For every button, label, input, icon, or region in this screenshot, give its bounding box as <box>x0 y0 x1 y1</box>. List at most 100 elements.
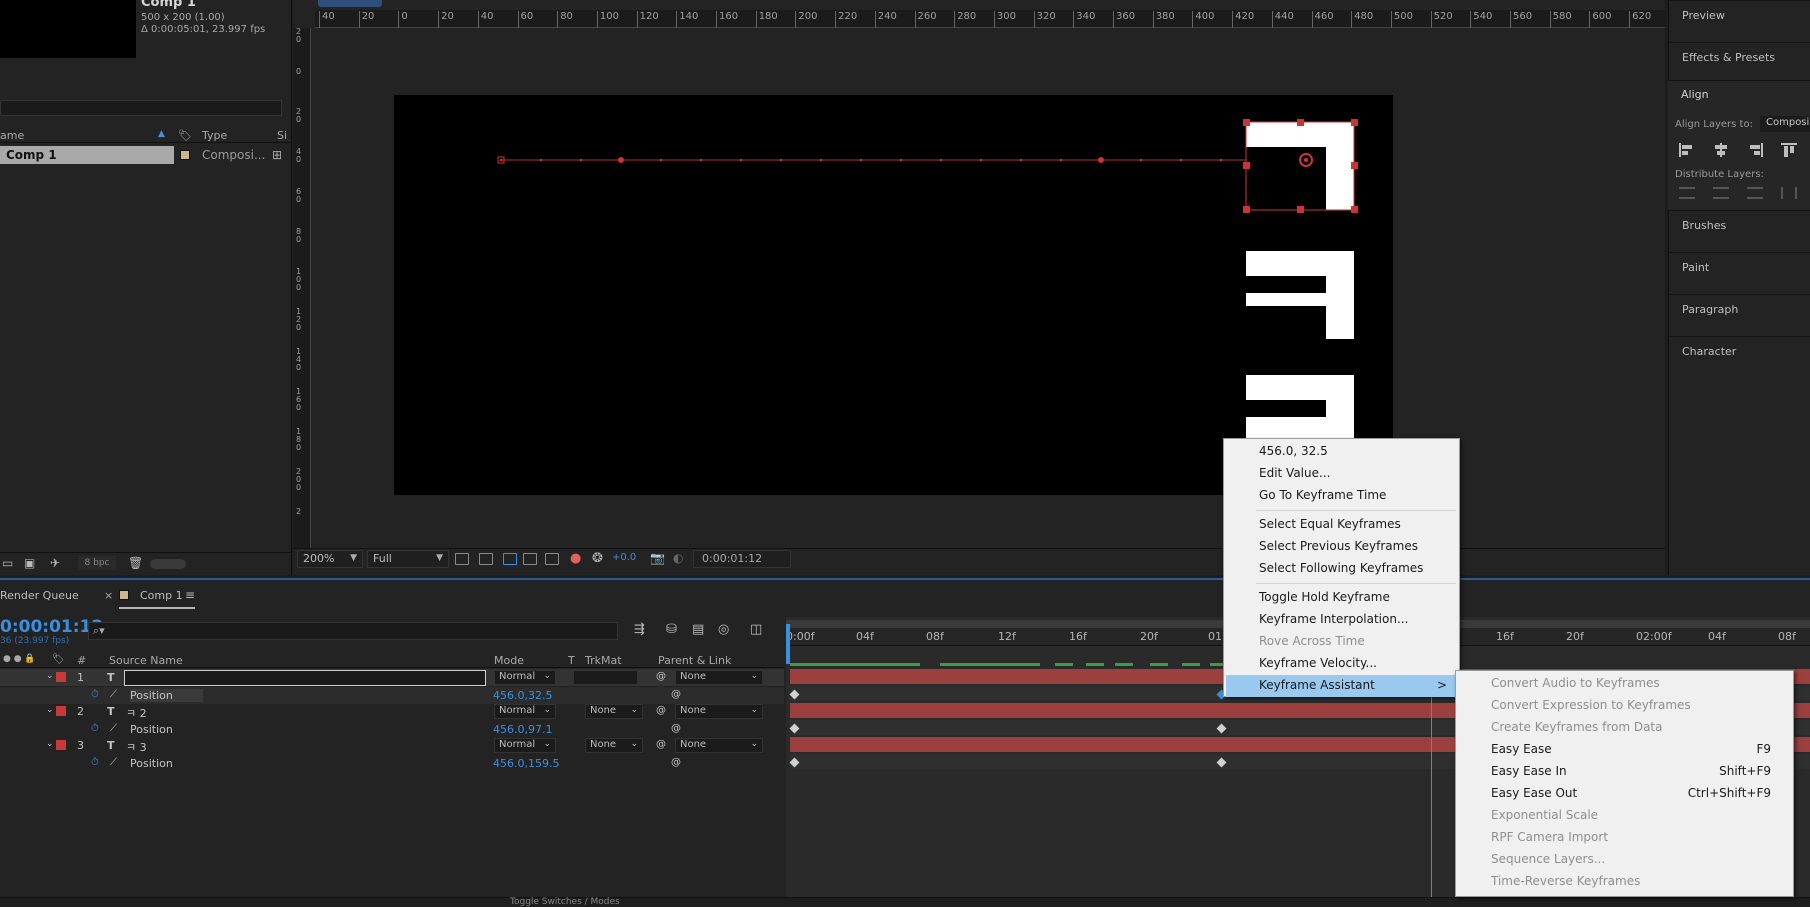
menu-item-toggle-hold[interactable]: Toggle Hold Keyframe <box>1226 587 1457 609</box>
align-to-dropdown[interactable]: Composi <box>1760 116 1810 132</box>
distribute-top-icon[interactable] <box>1679 187 1695 199</box>
region-icon[interactable] <box>523 553 537 565</box>
submenu-time-reverse[interactable]: Time-Reverse Keyframes <box>1458 871 1791 893</box>
panel-menu-icon[interactable]: ≡ <box>185 588 195 602</box>
effects-panel-tab[interactable]: Effects & Presets <box>1669 42 1810 84</box>
pickwhip-icon[interactable]: @ <box>671 757 681 768</box>
new-comp-icon[interactable]: ▣ <box>24 556 35 570</box>
menu-item-rove-across-time[interactable]: Rove Across Time <box>1226 631 1457 653</box>
label-tag-icon[interactable]: 🏷 <box>178 129 192 142</box>
expand-chevron-icon[interactable]: ⌄ <box>46 739 54 749</box>
graph-icon[interactable]: ⟋ <box>110 689 117 700</box>
property-value[interactable]: 456.0,159.5 <box>493 757 559 770</box>
color-channels-icon[interactable]: ● <box>570 551 581 566</box>
submenu-convert-audio[interactable]: Convert Audio to Keyframes <box>1458 673 1791 695</box>
layer-label-color[interactable] <box>56 740 66 750</box>
trash-icon[interactable]: 🗑 <box>128 556 143 570</box>
stopwatch-icon[interactable]: ⏱ <box>91 757 99 768</box>
pickwhip-icon[interactable]: @ <box>671 723 681 734</box>
show-snapshot-icon[interactable]: ◐ <box>673 551 683 565</box>
label-color-swatch[interactable] <box>180 150 190 160</box>
frame-blending-icon[interactable]: ▤ <box>692 622 704 637</box>
close-icon[interactable]: × <box>104 589 113 602</box>
mask-path-icon[interactable] <box>503 553 517 565</box>
expand-chevron-icon[interactable]: ⌄ <box>46 705 54 715</box>
property-row-1[interactable]: ⏱ ⟋ Position 456.0,32.5 @ <box>0 687 784 704</box>
project-item-comp[interactable]: Comp 1 Composi... ⊞ <box>0 146 292 164</box>
brushes-panel-tab[interactable]: Brushes <box>1669 210 1810 252</box>
property-value[interactable]: 456.0,97.1 <box>493 723 552 736</box>
mode-dropdown[interactable]: Normal ⌄ <box>494 670 556 685</box>
pickwhip-icon[interactable]: @ <box>671 689 681 700</box>
submenu-exponential-scale[interactable]: Exponential Scale <box>1458 805 1791 827</box>
property-row-2[interactable]: ⏱ ⟋ Position 456.0,97.1 @ <box>0 721 784 738</box>
comp-canvas[interactable] <box>394 95 1393 495</box>
menu-item-keyframe-velocity[interactable]: Keyframe Velocity... <box>1226 653 1457 675</box>
parent-dropdown[interactable]: None ⌄ <box>675 704 763 719</box>
menu-item-select-previous[interactable]: Select Previous Keyframes <box>1226 536 1457 558</box>
column-type[interactable]: Type <box>202 129 227 142</box>
zoom-dropdown[interactable]: 200% ▼ <box>297 550 363 568</box>
mode-dropdown[interactable]: Normal ⌄ <box>494 704 556 719</box>
resolution-dropdown[interactable]: Full ▼ <box>367 550 449 568</box>
preview-panel-tab[interactable]: Preview <box>1669 0 1810 42</box>
submenu-rpf-camera-import[interactable]: RPF Camera Import <box>1458 827 1791 849</box>
menu-item-edit-value[interactable]: Edit Value... <box>1226 463 1457 485</box>
layer3-glyph[interactable] <box>1246 375 1354 441</box>
stopwatch-icon[interactable]: ⏱ <box>91 723 99 734</box>
paragraph-panel-tab[interactable]: Paragraph <box>1669 294 1810 336</box>
parent-dropdown[interactable]: None ⌄ <box>675 670 763 685</box>
folder-icon[interactable]: ▭ <box>2 556 13 570</box>
guides-icon[interactable] <box>545 553 559 565</box>
menu-item-keyframe-interpolation[interactable]: Keyframe Interpolation... <box>1226 609 1457 631</box>
paint-panel-tab[interactable]: Paint <box>1669 252 1810 294</box>
snapshot-icon[interactable]: 📷 <box>650 551 665 565</box>
fit-icon[interactable] <box>455 553 469 565</box>
submenu-easy-ease[interactable]: Easy Ease F9 <box>1458 739 1791 761</box>
parent-dropdown[interactable]: None ⌄ <box>675 738 763 753</box>
column-mode[interactable]: Mode <box>494 654 524 667</box>
scroll-handle[interactable] <box>150 559 186 569</box>
distribute-bottom-icon[interactable] <box>1747 187 1763 199</box>
submenu-convert-expression[interactable]: Convert Expression to Keyframes <box>1458 695 1791 717</box>
menu-item-value[interactable]: 456.0, 32.5 <box>1226 441 1457 463</box>
exposure-value[interactable]: +0.0 <box>612 552 636 563</box>
menu-item-select-equal[interactable]: Select Equal Keyframes <box>1226 514 1457 536</box>
menu-item-keyframe-assistant[interactable]: Keyframe Assistant > <box>1226 675 1457 697</box>
column-size[interactable]: Si <box>277 129 287 142</box>
viewer-comp-tab[interactable] <box>318 0 382 7</box>
menu-item-go-to-keyframe-time[interactable]: Go To Keyframe Time <box>1226 485 1457 507</box>
mode-dropdown[interactable]: Normal ⌄ <box>494 738 556 753</box>
character-panel-tab[interactable]: Character <box>1669 336 1810 378</box>
viewer-timecode[interactable]: 0:00:01:12 <box>693 550 791 568</box>
pickwhip-icon[interactable]: @ <box>656 739 666 750</box>
trkmat-dropdown[interactable]: None ⌄ <box>585 704 643 719</box>
render-icon[interactable]: ✈ <box>50 556 60 570</box>
trkmat-dropdown[interactable] <box>573 670 638 685</box>
align-top-icon[interactable] <box>1781 143 1797 157</box>
tab-comp-1[interactable]: Comp 1 <box>140 589 183 602</box>
exposure-icon[interactable]: ❂ <box>592 551 603 566</box>
column-parent[interactable]: Parent & Link <box>658 654 731 667</box>
column-trkmat[interactable]: TrkMat <box>585 654 622 667</box>
layer-row-2[interactable]: ⌄ 2 T ㅋ 2 Normal ⌄ None ⌄ @ None ⌄ <box>0 703 784 720</box>
layer-label-color[interactable] <box>56 706 66 716</box>
layer1-handles[interactable] <box>394 95 1393 495</box>
timeline-search-input[interactable]: ⌕▾ <box>88 622 618 640</box>
graph-icon[interactable]: ⟋ <box>110 757 117 768</box>
layer-row-3[interactable]: ⌄ 3 T ㅋ 3 Normal ⌄ None ⌄ @ None ⌄ <box>0 737 784 754</box>
submenu-easy-ease-in[interactable]: Easy Ease In Shift+F9 <box>1458 761 1791 783</box>
submenu-sequence-layers[interactable]: Sequence Layers... <box>1458 849 1791 871</box>
label-tag-icon[interactable]: 🏷 <box>52 654 65 665</box>
graph-icon[interactable]: ⟋ <box>110 723 117 734</box>
flowchart-icon[interactable]: ⊞ <box>272 148 282 162</box>
column-name[interactable]: ame <box>0 129 24 142</box>
property-row-3[interactable]: ⏱ ⟋ Position 456.0,159.5 @ <box>0 755 784 772</box>
sort-ascending-icon[interactable]: ▲ <box>158 129 165 139</box>
distribute-vcenter-icon[interactable] <box>1713 187 1729 199</box>
layer-name[interactable]: ㅋ 3 <box>126 739 147 755</box>
pickwhip-icon[interactable]: @ <box>656 671 666 682</box>
graph-editor-icon[interactable]: ◫ <box>750 622 762 637</box>
project-search-input[interactable] <box>0 100 282 116</box>
align-left-icon[interactable] <box>1679 143 1695 157</box>
